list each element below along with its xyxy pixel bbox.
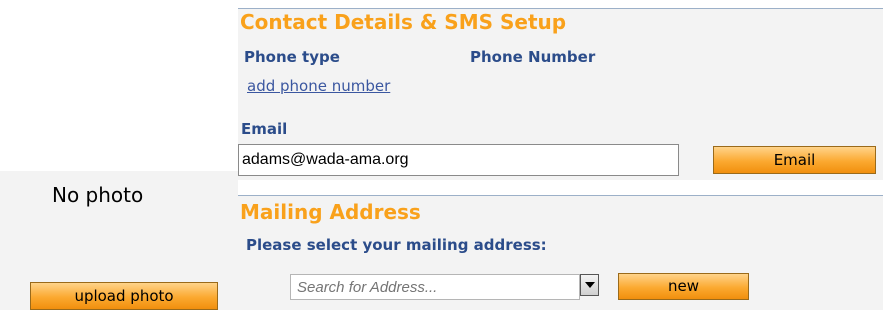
no-photo-text: No photo [52,183,144,207]
address-dropdown-button[interactable] [580,274,599,296]
email-label: Email [241,120,288,138]
email-button[interactable]: Email [713,146,876,174]
email-field[interactable] [238,144,679,176]
address-search-input[interactable] [290,274,580,300]
section-divider-mid [238,195,883,196]
new-address-button[interactable]: new [618,273,749,300]
mailing-address-heading: Mailing Address [240,200,421,224]
upload-photo-button[interactable]: upload photo [30,282,218,310]
mailing-address-prompt: Please select your mailing address: [246,236,547,254]
profile-form: No photo upload photo Contact Details & … [0,0,883,310]
add-phone-number-link[interactable]: add phone number [247,77,390,95]
contact-details-heading: Contact Details & SMS Setup [240,10,567,34]
section-divider-top [238,8,883,9]
photo-panel: No photo upload photo [0,171,238,310]
phone-number-label: Phone Number [470,48,596,66]
phone-type-label: Phone type [244,48,340,66]
chevron-down-icon [585,282,595,288]
